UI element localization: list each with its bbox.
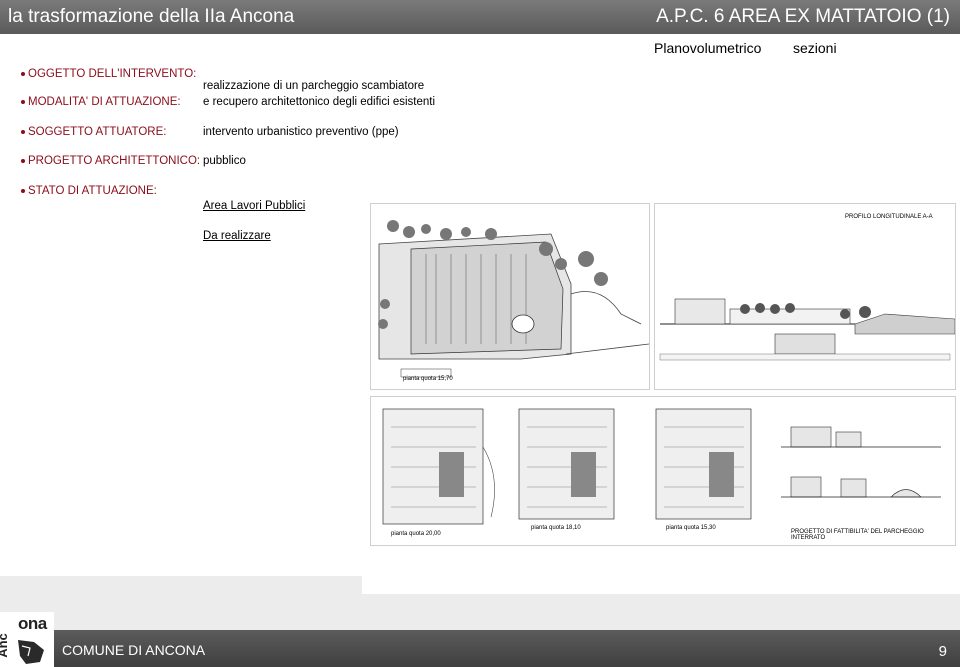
site-plan-drawing: pianta quota 15,70 [370, 203, 650, 390]
profile-caption: PROFILO LONGITUDINALE A-A [845, 214, 933, 220]
oggetto-label: OGGETTO DELL'INTERVENTO: [21, 68, 196, 80]
bullet-icon [21, 100, 25, 104]
oggetto-value-2: e recupero architettonico degli edifici … [203, 96, 436, 108]
bullet-icon [21, 159, 25, 163]
ancona-logo: ona Anc [0, 612, 54, 667]
oggetto-value-1: realizzazione di un parcheggio scambiato… [203, 80, 425, 92]
profile-drawing: PROFILO LONGITUDINALE A-A [654, 203, 956, 390]
bottom-white-strip [362, 576, 960, 594]
modalita-label: MODALITA' DI ATTUAZIONE: [21, 96, 181, 108]
header-bar: la trasformazione della IIa Ancona A.P.C… [0, 0, 960, 34]
page-title: la trasformazione della IIa Ancona [8, 6, 295, 27]
stato-value: Da realizzare [203, 230, 271, 242]
plan-caption: pianta quota 15,70 [403, 376, 453, 382]
tab-planovolumetrico[interactable]: Planovolumetrico [654, 40, 761, 56]
progetto-label: PROGETTO ARCHITETTONICO: [21, 155, 200, 167]
sections-caption: PROGETTO DI FATTIBILITA' DEL PARCHEGGIO … [791, 529, 924, 541]
footer-bar: COMUNE DI ANCONA 9 [0, 630, 960, 667]
floor-plans-drawing: pianta quota 20,00 pianta quota 18,10 pi… [370, 396, 956, 546]
floor2-caption: pianta quota 18,10 [531, 525, 581, 531]
organization-name: COMUNE DI ANCONA [62, 642, 206, 658]
floor1-caption: pianta quota 20,00 [391, 531, 441, 537]
tab-sezioni[interactable]: sezioni [793, 40, 837, 56]
project-code: A.P.C. 6 AREA EX MATTATOIO (1) [656, 6, 950, 27]
bullet-icon [21, 189, 25, 193]
site-plan-svg [371, 204, 650, 389]
bullet-icon [21, 130, 25, 134]
profile-svg [655, 204, 956, 389]
progetto-value: Area Lavori Pubblici [203, 200, 306, 212]
floor3-caption: pianta quota 15,30 [666, 525, 716, 531]
soggetto-value: pubblico [203, 155, 246, 167]
bullet-icon [21, 72, 25, 76]
page-number: 9 [938, 643, 947, 660]
floor-plans-svg [371, 397, 955, 545]
modalita-value: intervento urbanistico preventivo (ppe) [203, 126, 399, 138]
logo-emblem-icon [18, 640, 44, 664]
stato-label: STATO DI ATTUAZIONE: [21, 185, 157, 197]
soggetto-label: SOGGETTO ATTUATORE: [21, 126, 166, 138]
